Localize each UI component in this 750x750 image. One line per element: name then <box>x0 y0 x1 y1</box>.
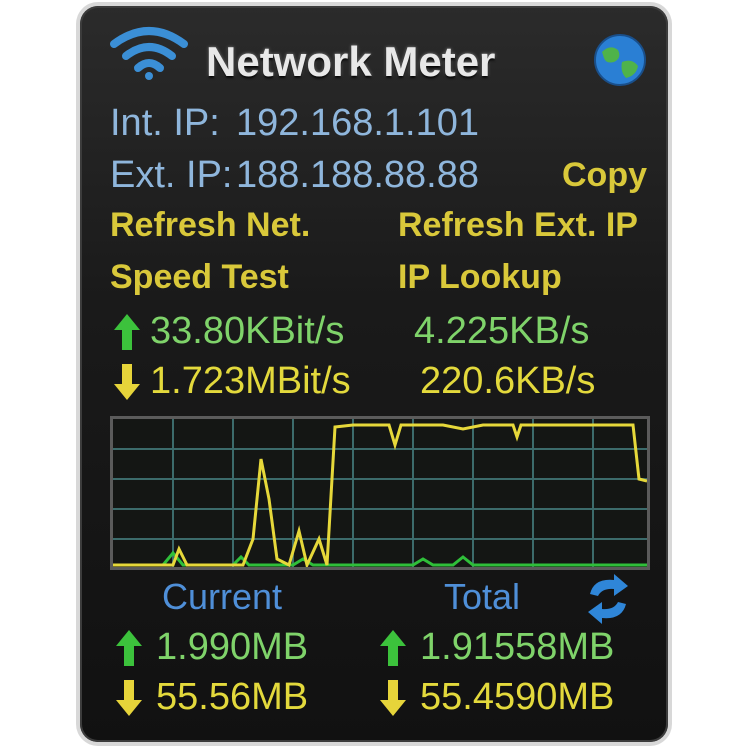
download-speed-bits: 1.723MBit/s <box>150 360 351 402</box>
int-ip-value: 192.168.1.101 <box>236 102 480 144</box>
copy-button[interactable]: Copy <box>562 156 647 195</box>
upload-speed-bits: 33.80KBit/s <box>150 310 345 352</box>
app-title: Network Meter <box>206 38 496 85</box>
ip-lookup-button[interactable]: IP Lookup <box>398 258 562 297</box>
traffic-graph <box>110 416 650 570</box>
ext-ip-value: 188.188.88.88 <box>236 154 480 196</box>
total-upload-value: 1.91558MB <box>420 626 615 668</box>
current-upload-arrow-icon <box>114 628 144 673</box>
download-speed-bytes: 220.6KB/s <box>420 360 596 402</box>
refresh-net-button[interactable]: Refresh Net. <box>110 206 310 245</box>
refresh-arrows-icon[interactable] <box>584 572 632 631</box>
current-download-value: 55.56MB <box>156 676 309 718</box>
upload-arrow-icon <box>112 312 142 357</box>
graph-grid <box>113 419 647 567</box>
total-download-arrow-icon <box>378 678 408 723</box>
current-header: Current <box>162 576 283 617</box>
speed-test-button[interactable]: Speed Test <box>110 258 289 297</box>
current-upload-value: 1.990MB <box>156 626 309 668</box>
total-download-value: 55.4590MB <box>420 676 615 718</box>
download-arrow-icon <box>112 362 142 407</box>
total-upload-arrow-icon <box>378 628 408 673</box>
download-series-line <box>113 423 647 567</box>
upload-speed-bytes: 4.225KB/s <box>414 310 590 352</box>
ext-ip-label: Ext. IP: <box>110 154 233 196</box>
refresh-ext-ip-button[interactable]: Refresh Ext. IP <box>398 206 638 245</box>
globe-icon[interactable] <box>592 32 648 88</box>
traffic-graph-svg <box>113 419 647 567</box>
current-download-arrow-icon <box>114 678 144 723</box>
int-ip-label: Int. IP: <box>110 102 220 144</box>
total-header: Total <box>444 576 521 617</box>
upload-series-line <box>113 550 647 567</box>
wifi-icon <box>108 24 190 80</box>
